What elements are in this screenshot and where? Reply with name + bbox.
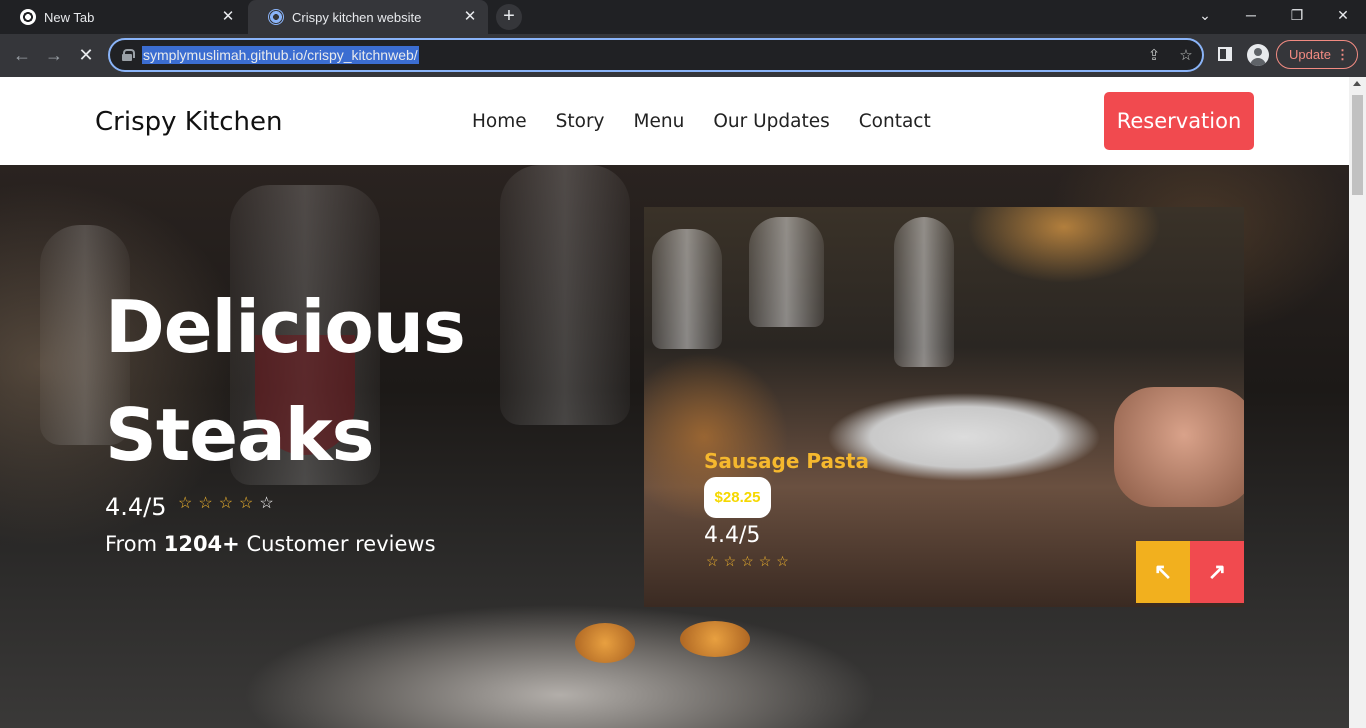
back-icon[interactable]: ← <box>8 42 36 70</box>
food-image <box>575 623 635 663</box>
nav-contact[interactable]: Contact <box>859 111 931 132</box>
tab-title: New Tab <box>44 9 95 25</box>
minimize-icon[interactable]: ─ <box>1228 0 1274 34</box>
wine-glass-image <box>500 165 630 425</box>
tab-title: Crispy kitchen website <box>292 9 422 25</box>
featured-dish-card: Sausage Pasta $28.25 4.4/5 ☆☆☆☆☆ ↖ ↗ <box>644 207 1244 607</box>
close-tab-icon[interactable]: ✕ <box>462 9 478 25</box>
stop-loading-icon[interactable]: ✕ <box>72 42 100 70</box>
star-icon: ☆ <box>259 495 280 512</box>
tab-search-icon[interactable]: ⌄ <box>1182 0 1228 34</box>
hero-section: Delicious Steaks 4.4/5 ☆☆☆☆☆ From 1204+ … <box>0 165 1349 728</box>
loading-icon <box>268 9 284 25</box>
bookmark-star-icon[interactable]: ☆ <box>1176 46 1196 66</box>
reviews-count: 1204+ <box>163 532 240 556</box>
star-icon: ☆ <box>776 553 794 569</box>
nav-menu[interactable]: Menu <box>634 111 685 132</box>
dish-star-rating: ☆☆☆☆☆ <box>706 553 794 570</box>
update-label: Update <box>1289 47 1331 62</box>
star-icon: ☆ <box>239 495 260 512</box>
forward-icon[interactable]: → <box>40 42 68 70</box>
star-icon: ☆ <box>741 553 759 569</box>
wine-glass-image <box>894 217 954 367</box>
side-panel-icon[interactable] <box>1218 47 1232 61</box>
previous-slide-button[interactable]: ↖ <box>1136 541 1190 603</box>
food-image <box>680 621 750 657</box>
tab-crispy-kitchen[interactable]: Crispy kitchen website ✕ <box>248 0 488 34</box>
next-slide-button[interactable]: ↗ <box>1190 541 1244 603</box>
reviews-suffix: Customer reviews <box>246 532 436 556</box>
dish-title: Sausage Pasta <box>704 449 869 473</box>
hero-title: Delicious Steaks <box>105 273 466 489</box>
price-badge: $28.25 <box>704 477 771 518</box>
reservation-button[interactable]: Reservation <box>1104 92 1254 150</box>
star-icon: ☆ <box>723 553 742 569</box>
scroll-up-icon[interactable] <box>1353 81 1361 86</box>
lock-icon[interactable] <box>122 49 135 61</box>
update-button[interactable]: Update ⋮ <box>1276 40 1358 69</box>
url-text[interactable]: symplymuslimah.github.io/crispy_kitchnwe… <box>142 46 419 64</box>
scrollbar-thumb[interactable] <box>1352 95 1363 195</box>
wine-glass-image <box>749 217 824 327</box>
tab-new-tab[interactable]: New Tab ✕ <box>0 0 246 34</box>
page-viewport: Crispy Kitchen Home Story Menu Our Updat… <box>0 77 1366 728</box>
hand-image <box>1114 387 1244 507</box>
hero-title-line-2: Steaks <box>105 393 374 477</box>
star-icon: ☆ <box>198 495 219 512</box>
profile-icon[interactable] <box>1247 44 1269 66</box>
hero-reviews: From 1204+ Customer reviews <box>105 532 436 556</box>
star-icon: ☆ <box>706 553 724 569</box>
reviews-prefix: From <box>105 532 158 556</box>
hero-title-line-1: Delicious <box>105 285 466 369</box>
dish-rating: 4.4/5 <box>704 523 761 548</box>
star-icon: ☆ <box>178 495 199 512</box>
star-icon: ☆ <box>218 495 240 512</box>
main-nav: Home Story Menu Our Updates Contact <box>472 111 931 132</box>
nav-home[interactable]: Home <box>472 111 527 132</box>
browser-tab-strip: New Tab ✕ Crispy kitchen website ✕ + ⌄ ─… <box>0 0 1366 34</box>
close-window-icon[interactable]: ✕ <box>1320 0 1366 34</box>
new-tab-button[interactable]: + <box>496 4 522 30</box>
hero-rating: 4.4/5 <box>105 493 167 521</box>
star-icon: ☆ <box>758 553 777 569</box>
address-bar[interactable]: symplymuslimah.github.io/crispy_kitchnwe… <box>108 38 1204 72</box>
share-icon[interactable]: ⇪ <box>1144 46 1164 66</box>
close-tab-icon[interactable]: ✕ <box>220 9 236 25</box>
wine-glass-image <box>652 229 722 349</box>
chrome-icon <box>20 9 36 25</box>
browser-toolbar: ← → ✕ symplymuslimah.github.io/crispy_ki… <box>0 34 1366 77</box>
nav-story[interactable]: Story <box>556 111 605 132</box>
site-brand[interactable]: Crispy Kitchen <box>95 107 282 137</box>
hero-star-rating: ☆☆☆☆☆ <box>178 493 280 513</box>
page-scrollbar[interactable] <box>1349 77 1366 728</box>
kebab-menu-icon: ⋮ <box>1336 47 1349 62</box>
site-header: Crispy Kitchen Home Story Menu Our Updat… <box>0 77 1349 165</box>
restore-icon[interactable]: ❐ <box>1274 0 1320 34</box>
nav-our-updates[interactable]: Our Updates <box>713 111 829 132</box>
